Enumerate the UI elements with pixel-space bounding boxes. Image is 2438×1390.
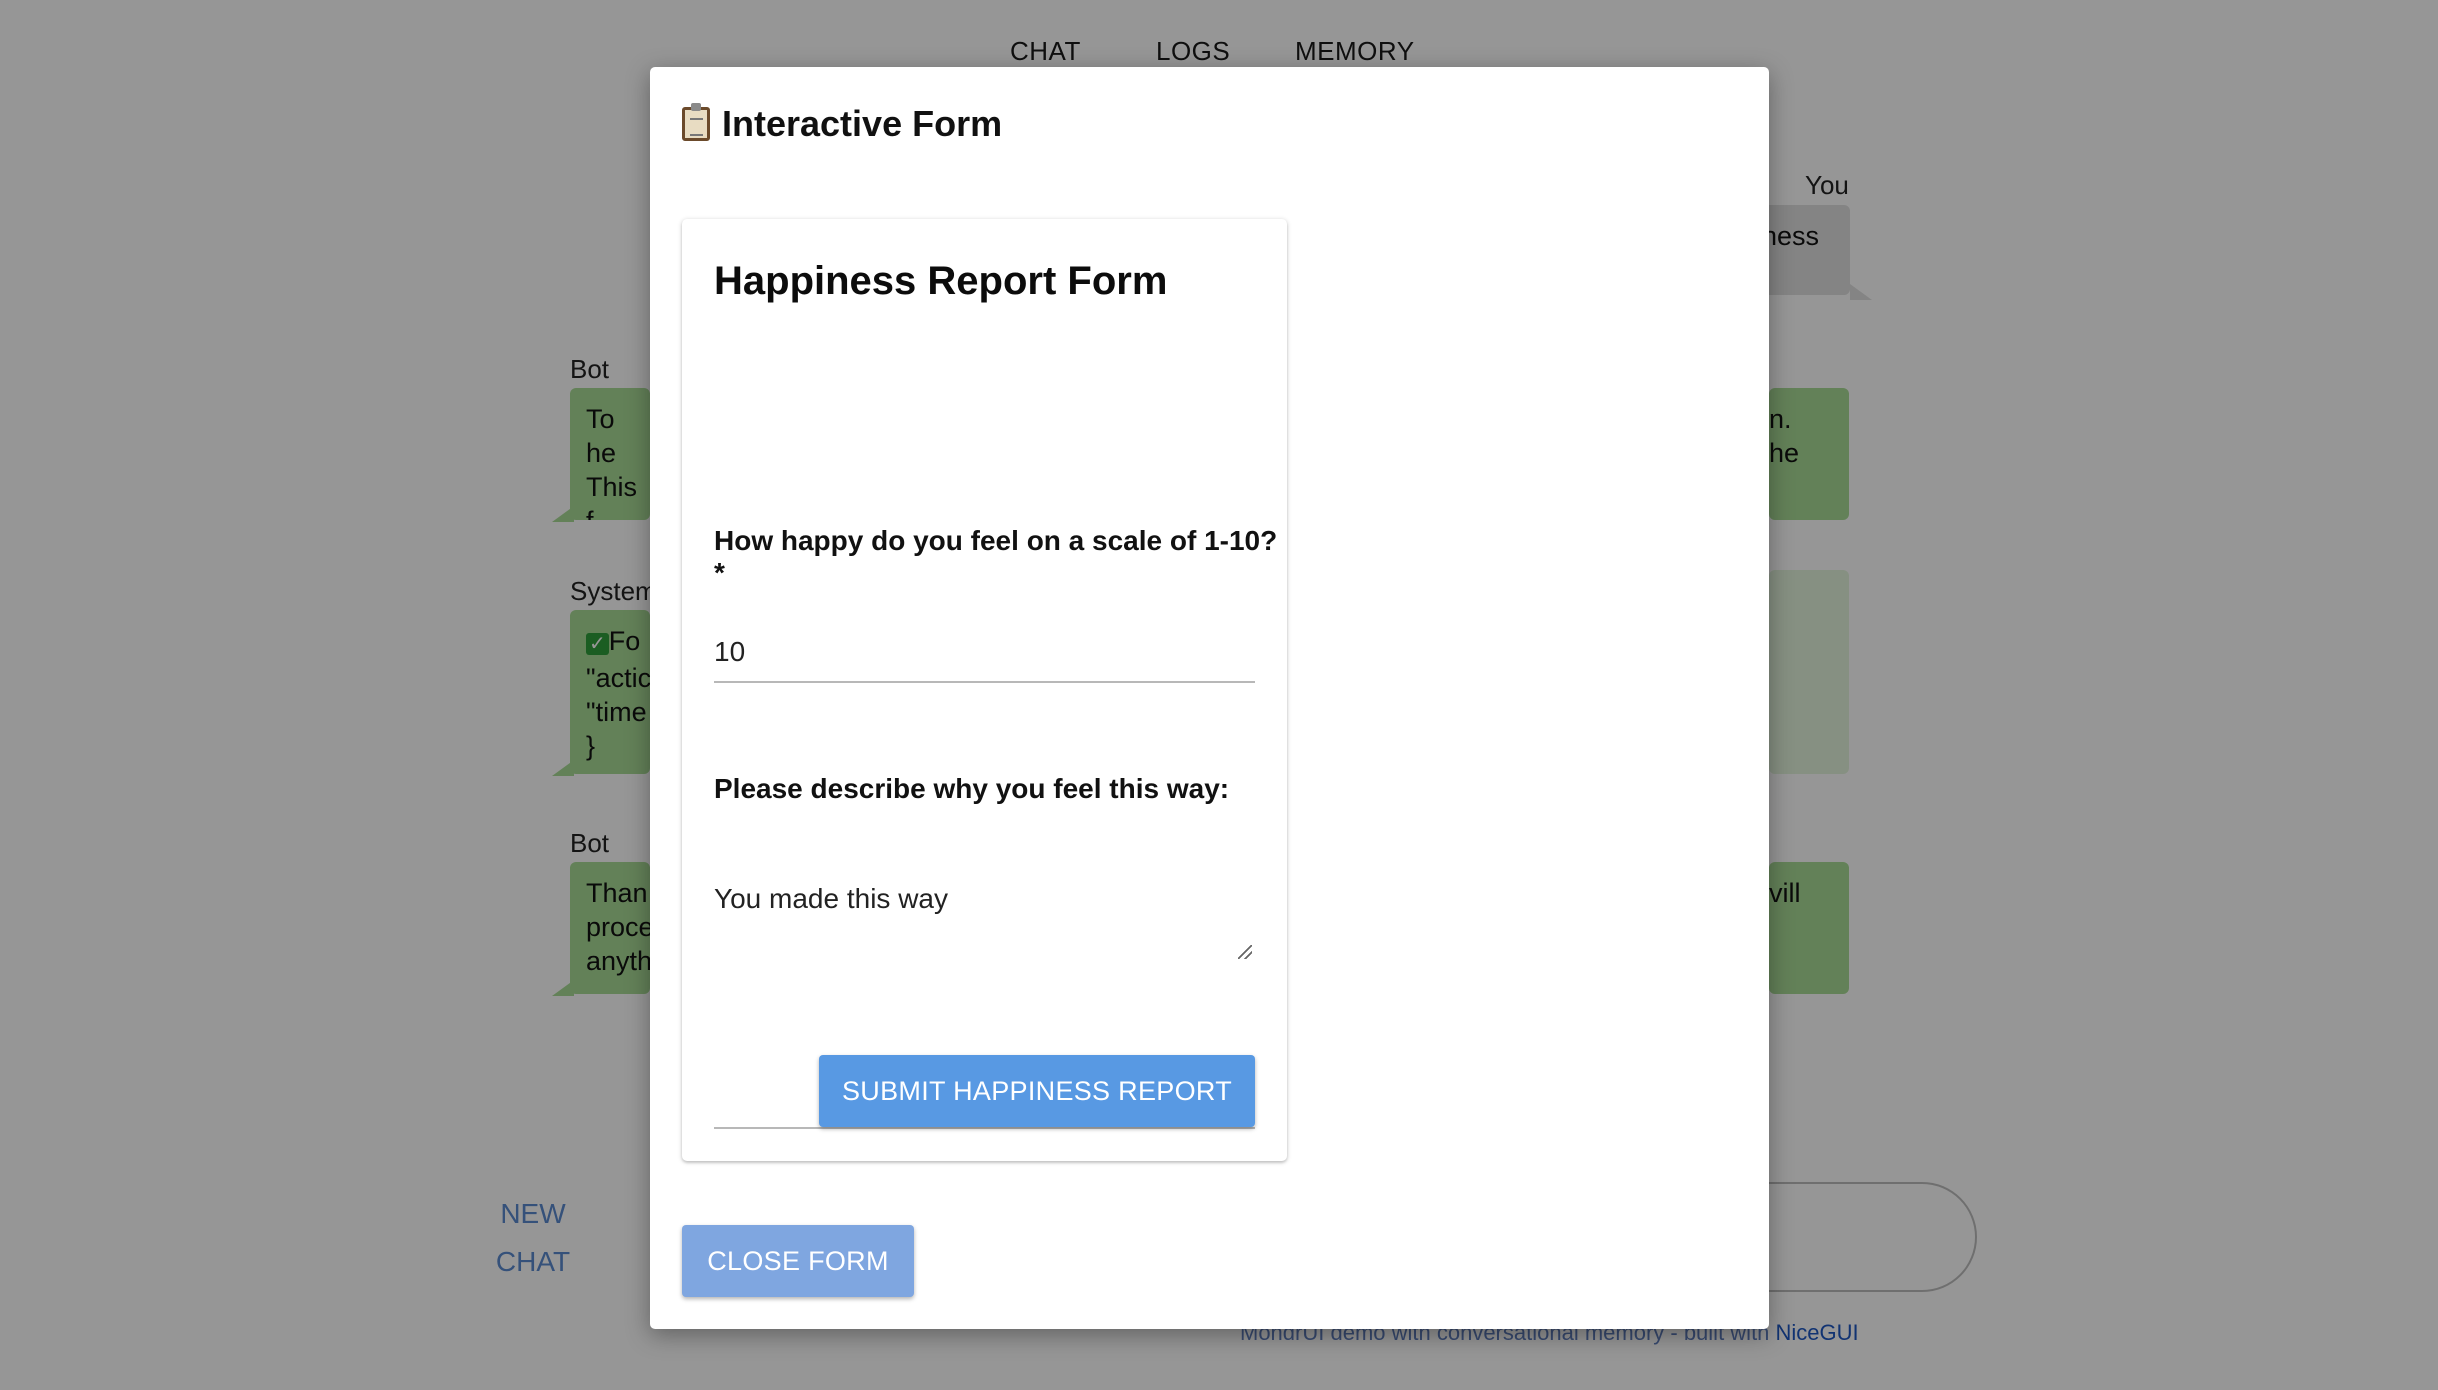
close-form-button[interactable]: CLOSE FORM — [682, 1225, 914, 1297]
happiness-scale-input[interactable] — [714, 623, 1255, 683]
clipboard-icon — [682, 103, 710, 141]
textarea-resize-handle[interactable] — [1238, 945, 1252, 959]
reason-label: Please describe why you feel this way: — [714, 773, 1230, 804]
dialog-title-text: Interactive Form — [722, 103, 1003, 144]
interactive-form-dialog: Interactive Form Happiness Report Form H… — [650, 67, 1769, 1329]
happiness-scale-label: How happy do you feel on a scale of 1-10… — [714, 525, 1278, 588]
form-title: Happiness Report Form — [714, 259, 1168, 303]
happiness-form-card: Happiness Report Form How happy do you f… — [682, 219, 1287, 1161]
submit-happiness-report-button[interactable]: SUBMIT HAPPINESS REPORT — [819, 1055, 1255, 1127]
dialog-title: Interactive Form — [682, 103, 1002, 145]
